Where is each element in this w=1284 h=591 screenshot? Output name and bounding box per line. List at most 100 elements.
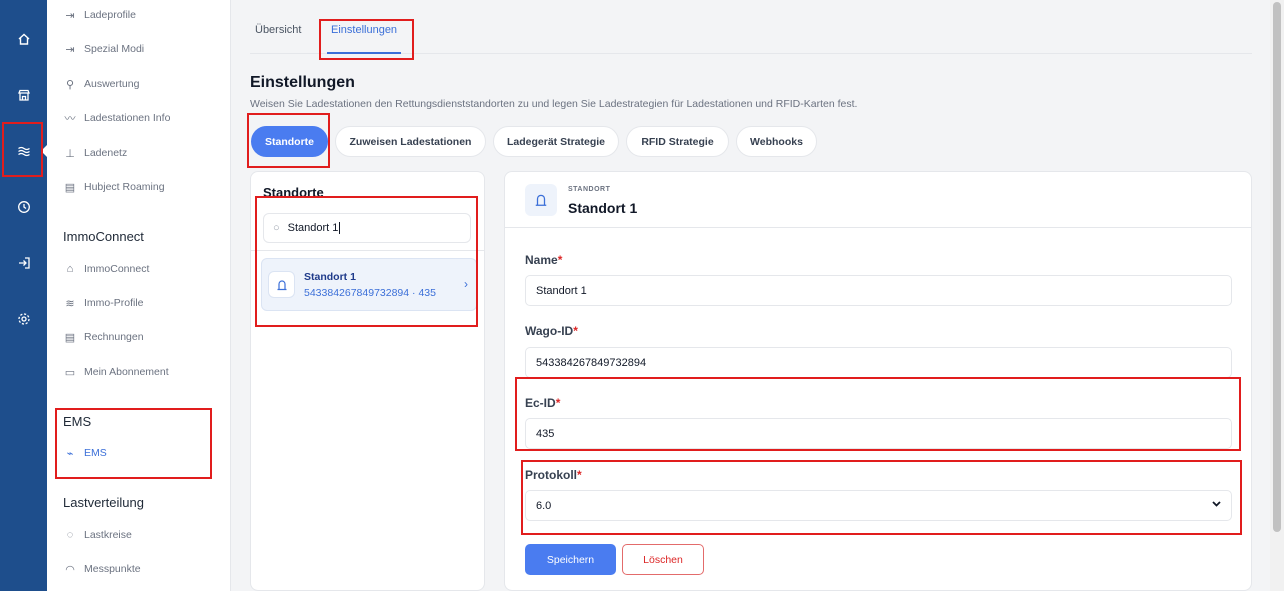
standorte-list-card: Standorte ○ Standort 1 Standort 1 543384… <box>250 171 485 591</box>
sidebar-item-label: ImmoConnect <box>84 263 150 275</box>
sidebar-item-lastkreise[interactable]: ◌ Lastkreise <box>63 526 132 544</box>
section-title-lastverteilung: Lastverteilung <box>63 495 144 510</box>
sidebar-item-label: EMS <box>84 447 107 459</box>
sidebar-item-hubject-roaming[interactable]: ▤ Hubject Roaming <box>63 178 165 196</box>
search-input[interactable]: ○ Standort 1 <box>263 213 471 243</box>
credit-card-icon: ▭ <box>64 366 76 379</box>
tab-bar: Übersicht Einstellungen <box>250 18 1252 54</box>
pill-standorte[interactable]: Standorte <box>251 126 328 157</box>
sidebar-item-ems[interactable]: ⌁ EMS <box>63 444 107 462</box>
scrollbar-thumb[interactable] <box>1273 2 1281 532</box>
login-icon: ⇥ <box>65 9 75 22</box>
network-icon: ⊥ <box>65 147 75 160</box>
gauge-icon: ◠ <box>65 563 75 576</box>
delete-button[interactable]: Löschen <box>622 544 704 575</box>
label-text: Protokoll <box>525 468 578 482</box>
protokoll-value: 6.0 <box>536 499 552 512</box>
document-icon: ▤ <box>64 181 76 194</box>
search-value: Standort 1 <box>287 222 339 234</box>
sidebar-item-label: Mein Abonnement <box>84 366 169 378</box>
pulse-icon: ⌁ <box>66 447 74 460</box>
store-icon[interactable] <box>0 83 47 107</box>
detail-title: Standort 1 <box>568 200 638 216</box>
login-icon[interactable] <box>0 251 47 275</box>
location-icon <box>525 184 557 216</box>
chevron-down-icon <box>1211 498 1222 512</box>
ec-id-input[interactable]: 435 <box>525 418 1232 449</box>
label-text: Wago-ID <box>525 324 574 338</box>
text-cursor <box>339 222 341 234</box>
document-icon: ▤ <box>64 331 76 344</box>
page-scrollbar[interactable] <box>1270 0 1284 591</box>
sidebar-item-messpunkte[interactable]: ◠ Messpunkte <box>63 560 141 578</box>
icon-rail <box>0 0 47 591</box>
sidebar-item-label: Rechnungen <box>84 331 144 343</box>
label-text: Name <box>525 253 558 267</box>
sidebar-item-ladenetz[interactable]: ⊥ Ladenetz <box>63 144 127 162</box>
pill-rfid-strategie[interactable]: RFID Strategie <box>626 126 729 157</box>
search-icon: ○ <box>273 222 280 234</box>
location-icon <box>268 271 295 298</box>
sidebar-item-label: Ladenetz <box>84 147 128 159</box>
waves-icon: ≋ <box>65 297 75 310</box>
sidebar-item-spezial-modi[interactable]: ⇥ Spezial Modi <box>63 40 144 58</box>
home-icon: ⌂ <box>66 263 74 275</box>
sidebar-item-label: Immo-Profile <box>84 297 144 309</box>
main-content: Übersicht Einstellungen Einstellungen We… <box>232 6 1270 591</box>
required-mark: * <box>573 324 578 338</box>
required-mark: * <box>577 468 582 482</box>
standort-detail-card: STANDORT Standort 1 Name* Standort 1 Wag… <box>504 171 1252 591</box>
sidebar-item-label: Ladeprofile <box>84 9 136 21</box>
protokoll-label: Protokoll* <box>525 468 582 482</box>
list-item-name: Standort 1 <box>304 271 356 283</box>
wago-id-input[interactable]: 543384267849732894 <box>525 347 1232 378</box>
sidebar-item-ladestationen-info[interactable]: 〰 Ladestationen Info <box>63 109 171 127</box>
sidebar-item-auswertung[interactable]: ⚲ Auswertung <box>63 75 139 93</box>
sidebar-item-immoconnect[interactable]: ⌂ ImmoConnect <box>63 260 150 278</box>
gear-icon[interactable] <box>0 307 47 331</box>
detail-header: STANDORT Standort 1 <box>505 172 1251 228</box>
label-text: Ec-ID <box>525 396 556 410</box>
sidebar-item-label: Hubject Roaming <box>84 181 165 193</box>
section-title-ems: EMS <box>63 414 92 429</box>
protokoll-select[interactable]: 6.0 <box>525 490 1232 521</box>
required-mark: * <box>557 253 563 267</box>
section-title-immoconnect: ImmoConnect <box>63 229 144 244</box>
wago-id-label: Wago-ID* <box>525 324 578 338</box>
chevron-right-icon: › <box>464 277 468 291</box>
sidebar-item-mein-abonnement[interactable]: ▭ Mein Abonnement <box>63 363 169 381</box>
circle-icon: ◌ <box>66 529 74 541</box>
save-button[interactable]: Speichern <box>525 544 616 575</box>
pill-ladegeraet-strategie[interactable]: Ladegerät Strategie <box>493 126 619 157</box>
sidebar-item-label: Auswertung <box>84 78 140 90</box>
sidebar: ⇥ Ladeprofile ⇥ Spezial Modi ⚲ Auswertun… <box>47 0 231 591</box>
detail-kicker: STANDORT <box>568 186 611 193</box>
ec-id-label: Ec-ID* <box>525 396 560 410</box>
sidebar-item-ladeprofile[interactable]: ⇥ Ladeprofile <box>63 6 136 24</box>
list-item-subtitle: 543384267849732894 · 435 <box>304 287 436 299</box>
tab-uebersicht[interactable]: Übersicht <box>255 24 301 54</box>
list-title: Standorte <box>263 185 324 200</box>
name-input[interactable]: Standort 1 <box>525 275 1232 306</box>
search-icon: ⚲ <box>65 78 75 91</box>
pill-webhooks[interactable]: Webhooks <box>736 126 817 157</box>
sidebar-item-label: Spezial Modi <box>84 43 145 55</box>
trend-icon: 〰 <box>64 113 76 125</box>
page-title: Einstellungen <box>250 74 355 91</box>
sidebar-item-label: Messpunkte <box>84 563 141 575</box>
home-icon[interactable] <box>0 27 47 51</box>
login-icon: ⇥ <box>65 43 75 56</box>
pill-zuweisen-ladestationen[interactable]: Zuweisen Ladestationen <box>335 126 486 157</box>
sidebar-item-label: Ladestationen Info <box>84 112 171 124</box>
sidebar-item-label: Lastkreise <box>84 529 132 541</box>
sidebar-item-rechnungen[interactable]: ▤ Rechnungen <box>63 328 144 346</box>
waves-icon[interactable] <box>0 139 47 163</box>
required-mark: * <box>555 396 561 410</box>
clock-icon[interactable] <box>0 195 47 219</box>
list-item[interactable]: Standort 1 543384267849732894 · 435 › <box>261 258 477 311</box>
divider <box>251 250 485 251</box>
sidebar-item-immo-profile[interactable]: ≋ Immo-Profile <box>63 294 144 312</box>
page-subtitle: Weisen Sie Ladestationen den Rettungsdie… <box>250 98 858 110</box>
name-label: Name* <box>525 253 562 267</box>
tab-einstellungen[interactable]: Einstellungen <box>327 24 402 54</box>
